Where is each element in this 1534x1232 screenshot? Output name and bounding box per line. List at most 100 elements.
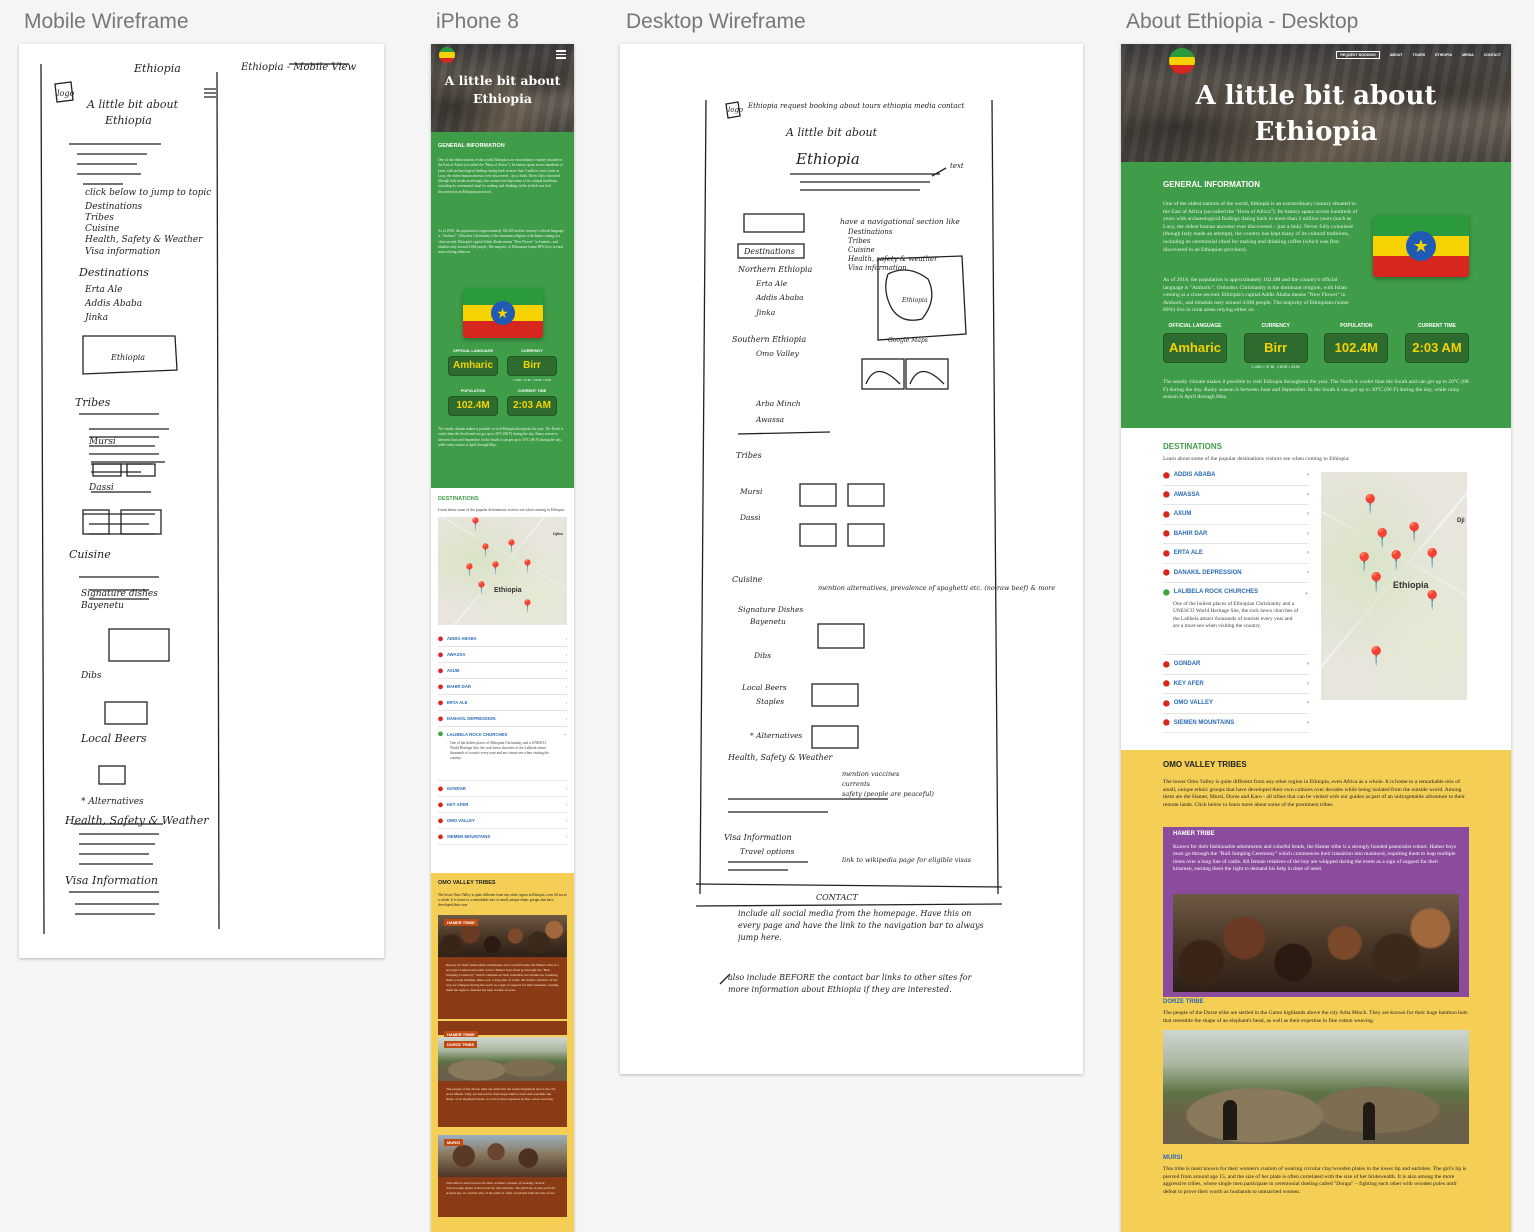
map-pin-icon: ⬤ <box>438 651 443 657</box>
sketch-mobile-destinations: Destinations <box>78 266 149 279</box>
desktop-dest-item[interactable]: ⬤ AXUM › <box>1163 505 1309 525</box>
desktop-dest-item[interactable]: ⬤ DANAKIL DEPRESSION › <box>1163 564 1309 583</box>
sketch-desktop-heading1: A little bit about <box>785 126 878 139</box>
desktop-dest-item[interactable]: ⬤ SIEMEN MOUNTAINS › <box>1163 714 1309 733</box>
sketch-desktop-text-note: text <box>950 162 964 170</box>
sketch-mobile-alternatives: * Alternatives <box>81 797 144 807</box>
chevron-down-icon: ⌄ <box>1303 589 1309 596</box>
map-pin-icon[interactable]: 📍 <box>488 561 503 575</box>
mobile-hero-title-line1: A little bit about <box>444 73 561 88</box>
artboard-label-iphone8: iPhone 8 <box>436 10 519 33</box>
desktop-dorze-text: The people of the Dorze tribe are settle… <box>1163 1010 1468 1024</box>
sketch-desktop-heading2: Ethiopia <box>795 150 860 168</box>
map-pin-icon[interactable]: 📍 <box>1365 646 1387 667</box>
desktop-general-section: GENERAL INFORMATION One of the oldest na… <box>1121 162 1511 428</box>
desktop-dest-item[interactable]: ⬤ KEY AFER › <box>1163 675 1309 694</box>
desktop-stat-sub-currency: 1 USD = 37 Br , 1 EUR = 43 Br <box>1251 365 1300 369</box>
mobile-dest-item[interactable]: ⬤ OMO VALLEY › <box>438 813 567 829</box>
sketch-mobile-view-note: Ethiopia - Mobile View <box>240 62 357 73</box>
desktop-mursi-title[interactable]: MURSI <box>1163 1155 1469 1161</box>
mobile-mursi-card: This tribe is most known for their women… <box>438 1177 567 1217</box>
sketch-mobile-dest-0: Erta Ale <box>84 285 122 295</box>
desktop-dest-item[interactable]: ⬤ OMO VALLEY › <box>1163 694 1309 714</box>
mobile-dorze-card: The people of the Dorze tribe are settle… <box>438 1081 567 1127</box>
mobile-general-p2: As of 2018, the population is approximat… <box>438 229 564 255</box>
desktop-map[interactable]: 📍 📍 📍 📍 📍 📍 📍 📍 📍 Ethiopia Dji <box>1321 472 1467 700</box>
mobile-flag: ★ <box>462 288 543 338</box>
sketch-mobile-visa: Visa Information <box>65 874 158 887</box>
map-pin-icon[interactable]: 📍 <box>1385 550 1407 571</box>
desktop-wireframe-artboard: logo Ethiopia request booking about tour… <box>620 44 1083 1074</box>
mobile-dest-item-expanded[interactable]: ⬤ LALIBELA ROCK CHURCHES ⌄ <box>438 727 567 741</box>
sketch-desktop-north-1: Addis Ababa <box>755 293 804 302</box>
mobile-dest-item[interactable]: ⬤ ERTA ALE › <box>438 695 567 711</box>
sketch-mobile-health: Health, Safety & Weather <box>64 814 209 827</box>
sketch-desktop-visa-note: link to wikipedia page for eligible visa… <box>842 856 972 864</box>
map-pin-icon[interactable]: 📍 <box>520 559 535 573</box>
map-pin-icon[interactable]: 📍 <box>1365 572 1387 593</box>
map-pin-icon[interactable]: 📍 <box>1371 528 1393 549</box>
mobile-dest-intro: Learn about some of the popular destinat… <box>438 508 565 512</box>
map-pin-icon: ⬤ <box>1163 511 1170 518</box>
sketch-desktop-tribe-0: Mursi <box>739 487 763 496</box>
sketch-desktop-health-note1: mention vaccines <box>842 770 900 778</box>
chevron-right-icon: › <box>565 700 567 705</box>
mobile-dest-item[interactable]: ⬤ BAHIR DAR › <box>438 679 567 695</box>
flag-emblem-icon: ★ <box>490 301 515 325</box>
map-pin-icon[interactable]: 📍 <box>1353 552 1375 573</box>
desktop-hamer-card[interactable]: HAMER TRIBE Known for their fashionable … <box>1163 827 1469 997</box>
mobile-map[interactable]: 📍 📍 📍 📍 📍 📍 📍 📍 Ethiopia Djibo <box>438 517 567 625</box>
mobile-dest-item[interactable]: ⬤ AWASSA › <box>438 647 567 663</box>
mobile-dest-item[interactable]: ⬤ ADDIS ABABA › <box>438 631 567 647</box>
desktop-dest-item[interactable]: ⬤ AWASSA › <box>1163 486 1309 505</box>
mobile-dest-item[interactable]: ⬤ GONDAR › <box>438 781 567 797</box>
desktop-dest-item[interactable]: ⬤ BAHIR DAR › <box>1163 525 1309 544</box>
mobile-mursi-photo[interactable]: MURSI <box>438 1135 567 1177</box>
sketch-mobile-local-beers: Local Beers <box>80 732 147 745</box>
map-pin-icon: ⬤ <box>1163 492 1170 499</box>
desktop-dest-item[interactable]: ⬤ ADDIS ABABA › <box>1163 466 1309 486</box>
desktop-general-p2: As of 2018, the population is approximat… <box>1163 277 1349 314</box>
map-pin-icon[interactable]: 📍 <box>1359 494 1381 515</box>
chevron-right-icon: › <box>1307 491 1309 498</box>
map-pin-icon: ⬤ <box>438 817 443 823</box>
mobile-stat-sub-currency: 1 USD = 37 Br , 1 EUR = 43 Br <box>512 378 552 382</box>
desktop-omo-title: OMO VALLEY TRIBES <box>1163 760 1247 769</box>
map-pin-icon[interactable]: 📍 <box>1421 590 1443 611</box>
map-pin-icon[interactable]: 📍 <box>504 539 519 553</box>
sketch-desktop-nav-list-4: Visa information <box>848 264 907 272</box>
mobile-hamer-bar[interactable]: HAMER TRIBE <box>438 1021 567 1038</box>
mobile-map-djibouti: Djibo <box>553 531 563 536</box>
chevron-right-icon: › <box>565 818 567 823</box>
artboard-label-mobile-wireframe: Mobile Wireframe <box>24 10 189 33</box>
sketch-mobile-map-label: Ethiopia <box>110 353 145 362</box>
map-pin-icon[interactable]: 📍 <box>520 599 535 613</box>
map-pin-icon[interactable]: 📍 <box>474 581 489 595</box>
mobile-dorze-photo[interactable]: DORZE TRIBE <box>438 1037 567 1081</box>
map-pin-icon: ⬤ <box>438 683 443 689</box>
mobile-dest-item[interactable]: ⬤ AXUM › <box>438 663 567 679</box>
mobile-dest-item[interactable]: ⬤ KEY AFER › <box>438 797 567 813</box>
desktop-dest-item-expanded[interactable]: ⬤ LALIBELA ROCK CHURCHES ⌄ <box>1163 583 1309 601</box>
desktop-dest-item[interactable]: ⬤ GONDAR › <box>1163 655 1309 675</box>
mobile-hamer-photo[interactable]: HAMER TRIBE <box>438 915 567 957</box>
mobile-dest-item[interactable]: ⬤ DANAKIL DEPRESSION › <box>438 711 567 727</box>
map-pin-icon[interactable]: 📍 <box>1421 548 1443 569</box>
desktop-dorze-title[interactable]: DORZE TRIBE <box>1163 999 1469 1005</box>
desktop-general-p1: One of the oldest nations of the world, … <box>1163 201 1358 253</box>
mobile-general-section: GENERAL INFORMATION One of the oldest na… <box>431 132 574 488</box>
sketch-desktop-tribe-1: Dassi <box>739 513 761 522</box>
chevron-right-icon: › <box>1307 472 1309 479</box>
desktop-dest-item[interactable]: ⬤ ERTA ALE › <box>1163 544 1309 564</box>
mobile-dest-item[interactable]: ⬤ SIEMEN MOUNTAINS › <box>438 829 567 845</box>
mobile-general-p1: One of the oldest nations of the world, … <box>438 158 563 194</box>
sketch-mobile-title: Ethiopia <box>133 62 181 75</box>
sketch-mobile-topic-3: Health, Safety & Weather <box>84 235 203 245</box>
map-pin-icon[interactable]: 📍 <box>1403 522 1425 543</box>
map-pin-icon[interactable]: 📍 <box>478 543 493 557</box>
sketch-mobile-dibs: Dibs <box>80 671 102 681</box>
sketch-mobile-heading2: Ethiopia <box>104 114 152 127</box>
map-pin-icon[interactable]: 📍 <box>468 517 483 531</box>
map-pin-icon[interactable]: 📍 <box>462 563 477 577</box>
mobile-hamer-tag: HAMER TRIBE <box>444 919 478 926</box>
